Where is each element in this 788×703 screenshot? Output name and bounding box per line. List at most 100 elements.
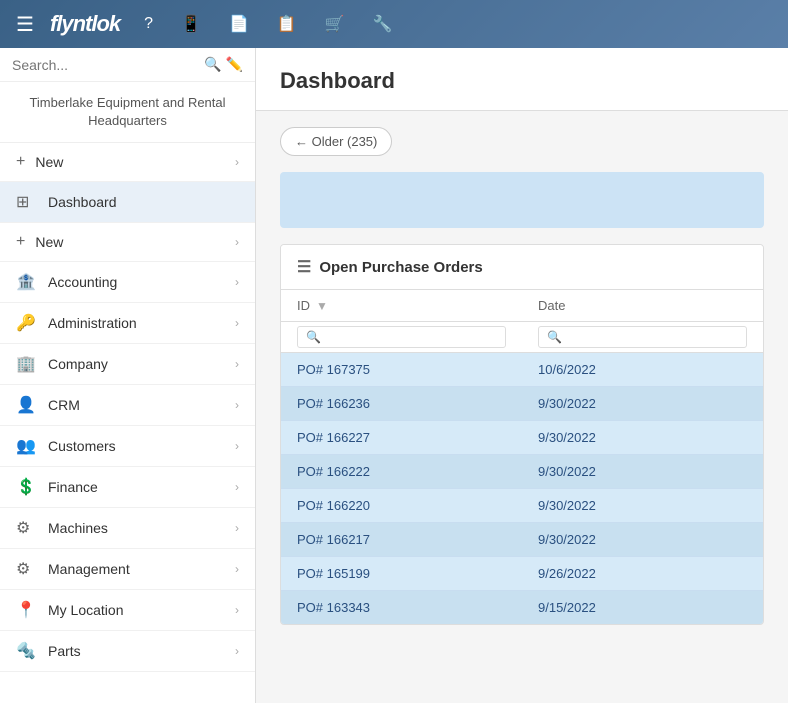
dashboard-icon: ⊞ xyxy=(16,192,38,212)
plus-icon: + xyxy=(16,153,25,171)
blue-banner xyxy=(280,172,764,228)
po-date-cell: 9/30/2022 xyxy=(522,489,763,523)
po-date-cell: 9/26/2022 xyxy=(522,557,763,591)
plus-icon: + xyxy=(16,233,25,251)
table-row[interactable]: PO# 166227 9/30/2022 xyxy=(281,421,763,455)
chevron-right-icon: › xyxy=(235,480,239,494)
chevron-right-icon: › xyxy=(235,644,239,658)
purchase-orders-section: ☰ Open Purchase Orders ID ▼ Date xyxy=(280,244,764,625)
sidebar-item-label: Machines xyxy=(48,520,235,536)
mobile-icon[interactable]: 📱 xyxy=(169,6,213,42)
table-body: PO# 167375 10/6/2022 PO# 166236 9/30/202… xyxy=(281,353,763,625)
sidebar-item-label: My Location xyxy=(48,602,235,618)
purchase-orders-table: ID ▼ Date xyxy=(281,290,763,624)
content-body: ← Older (235) ☰ Open Purchase Orders ID … xyxy=(256,111,788,641)
crm-icon: 👤 xyxy=(16,395,38,415)
chevron-right-icon: › xyxy=(235,603,239,617)
column-header-date: Date xyxy=(522,290,763,322)
search-input[interactable] xyxy=(12,57,200,73)
content-header: Dashboard xyxy=(256,48,788,111)
chevron-right-icon: › xyxy=(235,235,239,249)
column-header-id: ID ▼ xyxy=(281,290,522,322)
table-row[interactable]: PO# 165199 9/26/2022 xyxy=(281,557,763,591)
sidebar-item-crm[interactable]: 👤 CRM › xyxy=(0,385,255,426)
chevron-right-icon: › xyxy=(235,562,239,576)
po-id-cell: PO# 166236 xyxy=(281,387,522,421)
management-icon: ⚙ xyxy=(16,559,38,579)
table-row[interactable]: PO# 163343 9/15/2022 xyxy=(281,591,763,625)
sidebar-item-finance[interactable]: 💲 Finance › xyxy=(0,467,255,508)
sidebar-item-label: Finance xyxy=(48,479,235,495)
sidebar-item-machines[interactable]: ⚙ Machines › xyxy=(0,508,255,549)
sidebar-item-parts[interactable]: 🔩 Parts › xyxy=(0,631,255,672)
table-search-row xyxy=(281,322,763,353)
chevron-right-icon: › xyxy=(235,155,239,169)
chevron-right-icon: › xyxy=(235,398,239,412)
company-name: Timberlake Equipment and Rental xyxy=(16,94,239,112)
machines-icon: ⚙ xyxy=(16,518,38,538)
sidebar-item-label: Management xyxy=(48,561,235,577)
top-navigation: ☰ flyntlok ? 📱 📄 📋 🛒 🔧 xyxy=(0,0,788,48)
po-id-cell: PO# 167375 xyxy=(281,353,522,387)
chevron-right-icon: › xyxy=(235,357,239,371)
sidebar-item-label: New xyxy=(35,234,235,250)
search-bar: 🔍 ✏️ xyxy=(0,48,255,82)
sidebar-item-label: New xyxy=(35,154,235,170)
tools-icon[interactable]: 🔧 xyxy=(361,6,405,42)
clipboard-icon[interactable]: 📋 xyxy=(265,6,309,42)
sidebar-item-company[interactable]: 🏢 Company › xyxy=(0,344,255,385)
table-section-title: Open Purchase Orders xyxy=(319,259,482,276)
sidebar-item-label: Company xyxy=(48,356,235,372)
table-section-header: ☰ Open Purchase Orders xyxy=(281,245,763,290)
sidebar-item-new-2[interactable]: + New › xyxy=(0,223,255,262)
help-icon[interactable]: ? xyxy=(132,7,165,41)
chevron-right-icon: › xyxy=(235,439,239,453)
sidebar-item-administration[interactable]: 🔑 Administration › xyxy=(0,303,255,344)
sidebar-item-management[interactable]: ⚙ Management › xyxy=(0,549,255,590)
id-search-input[interactable] xyxy=(297,326,506,348)
table-row[interactable]: PO# 166222 9/30/2022 xyxy=(281,455,763,489)
sidebar-item-my-location[interactable]: 📍 My Location › xyxy=(0,590,255,631)
document-icon[interactable]: 📄 xyxy=(217,6,261,42)
sidebar-item-customers[interactable]: 👥 Customers › xyxy=(0,426,255,467)
sidebar-item-new-top[interactable]: + New › xyxy=(0,143,255,182)
customers-icon: 👥 xyxy=(16,436,38,456)
po-date-cell: 10/6/2022 xyxy=(522,353,763,387)
parts-icon: 🔩 xyxy=(16,641,38,661)
po-id-cell: PO# 163343 xyxy=(281,591,522,625)
po-date-cell: 9/30/2022 xyxy=(522,421,763,455)
cart-icon[interactable]: 🛒 xyxy=(313,6,357,42)
page-title: Dashboard xyxy=(280,68,764,94)
sidebar-item-dashboard[interactable]: ⊞ Dashboard xyxy=(0,182,255,223)
sidebar-item-label: Administration xyxy=(48,315,235,331)
app-logo: flyntlok xyxy=(50,11,120,37)
hamburger-icon[interactable]: ☰ xyxy=(8,8,42,41)
main-layout: 🔍 ✏️ Timberlake Equipment and Rental Hea… xyxy=(0,48,788,703)
sidebar-item-label: Dashboard xyxy=(48,194,239,210)
po-date-cell: 9/30/2022 xyxy=(522,523,763,557)
older-button[interactable]: ← Older (235) xyxy=(280,127,392,156)
po-date-cell: 9/30/2022 xyxy=(522,387,763,421)
administration-icon: 🔑 xyxy=(16,313,38,333)
finance-icon: 💲 xyxy=(16,477,38,497)
list-icon: ☰ xyxy=(297,257,311,277)
table-row[interactable]: PO# 166236 9/30/2022 xyxy=(281,387,763,421)
table-row[interactable]: PO# 166220 9/30/2022 xyxy=(281,489,763,523)
table-row[interactable]: PO# 167375 10/6/2022 xyxy=(281,353,763,387)
po-id-cell: PO# 166222 xyxy=(281,455,522,489)
accounting-icon: 🏦 xyxy=(16,272,38,292)
my-location-icon: 📍 xyxy=(16,600,38,620)
table-row[interactable]: PO# 166217 9/30/2022 xyxy=(281,523,763,557)
date-search-cell xyxy=(522,322,763,353)
po-id-cell: PO# 166227 xyxy=(281,421,522,455)
sidebar-item-accounting[interactable]: 🏦 Accounting › xyxy=(0,262,255,303)
search-icon[interactable]: 🔍 xyxy=(204,56,221,73)
date-search-input[interactable] xyxy=(538,326,747,348)
filter-icon[interactable]: ▼ xyxy=(316,299,328,313)
chevron-right-icon: › xyxy=(235,275,239,289)
po-date-cell: 9/15/2022 xyxy=(522,591,763,625)
edit-icon[interactable]: ✏️ xyxy=(226,56,243,73)
sidebar-item-label: Accounting xyxy=(48,274,235,290)
po-date-cell: 9/30/2022 xyxy=(522,455,763,489)
po-id-cell: PO# 166220 xyxy=(281,489,522,523)
